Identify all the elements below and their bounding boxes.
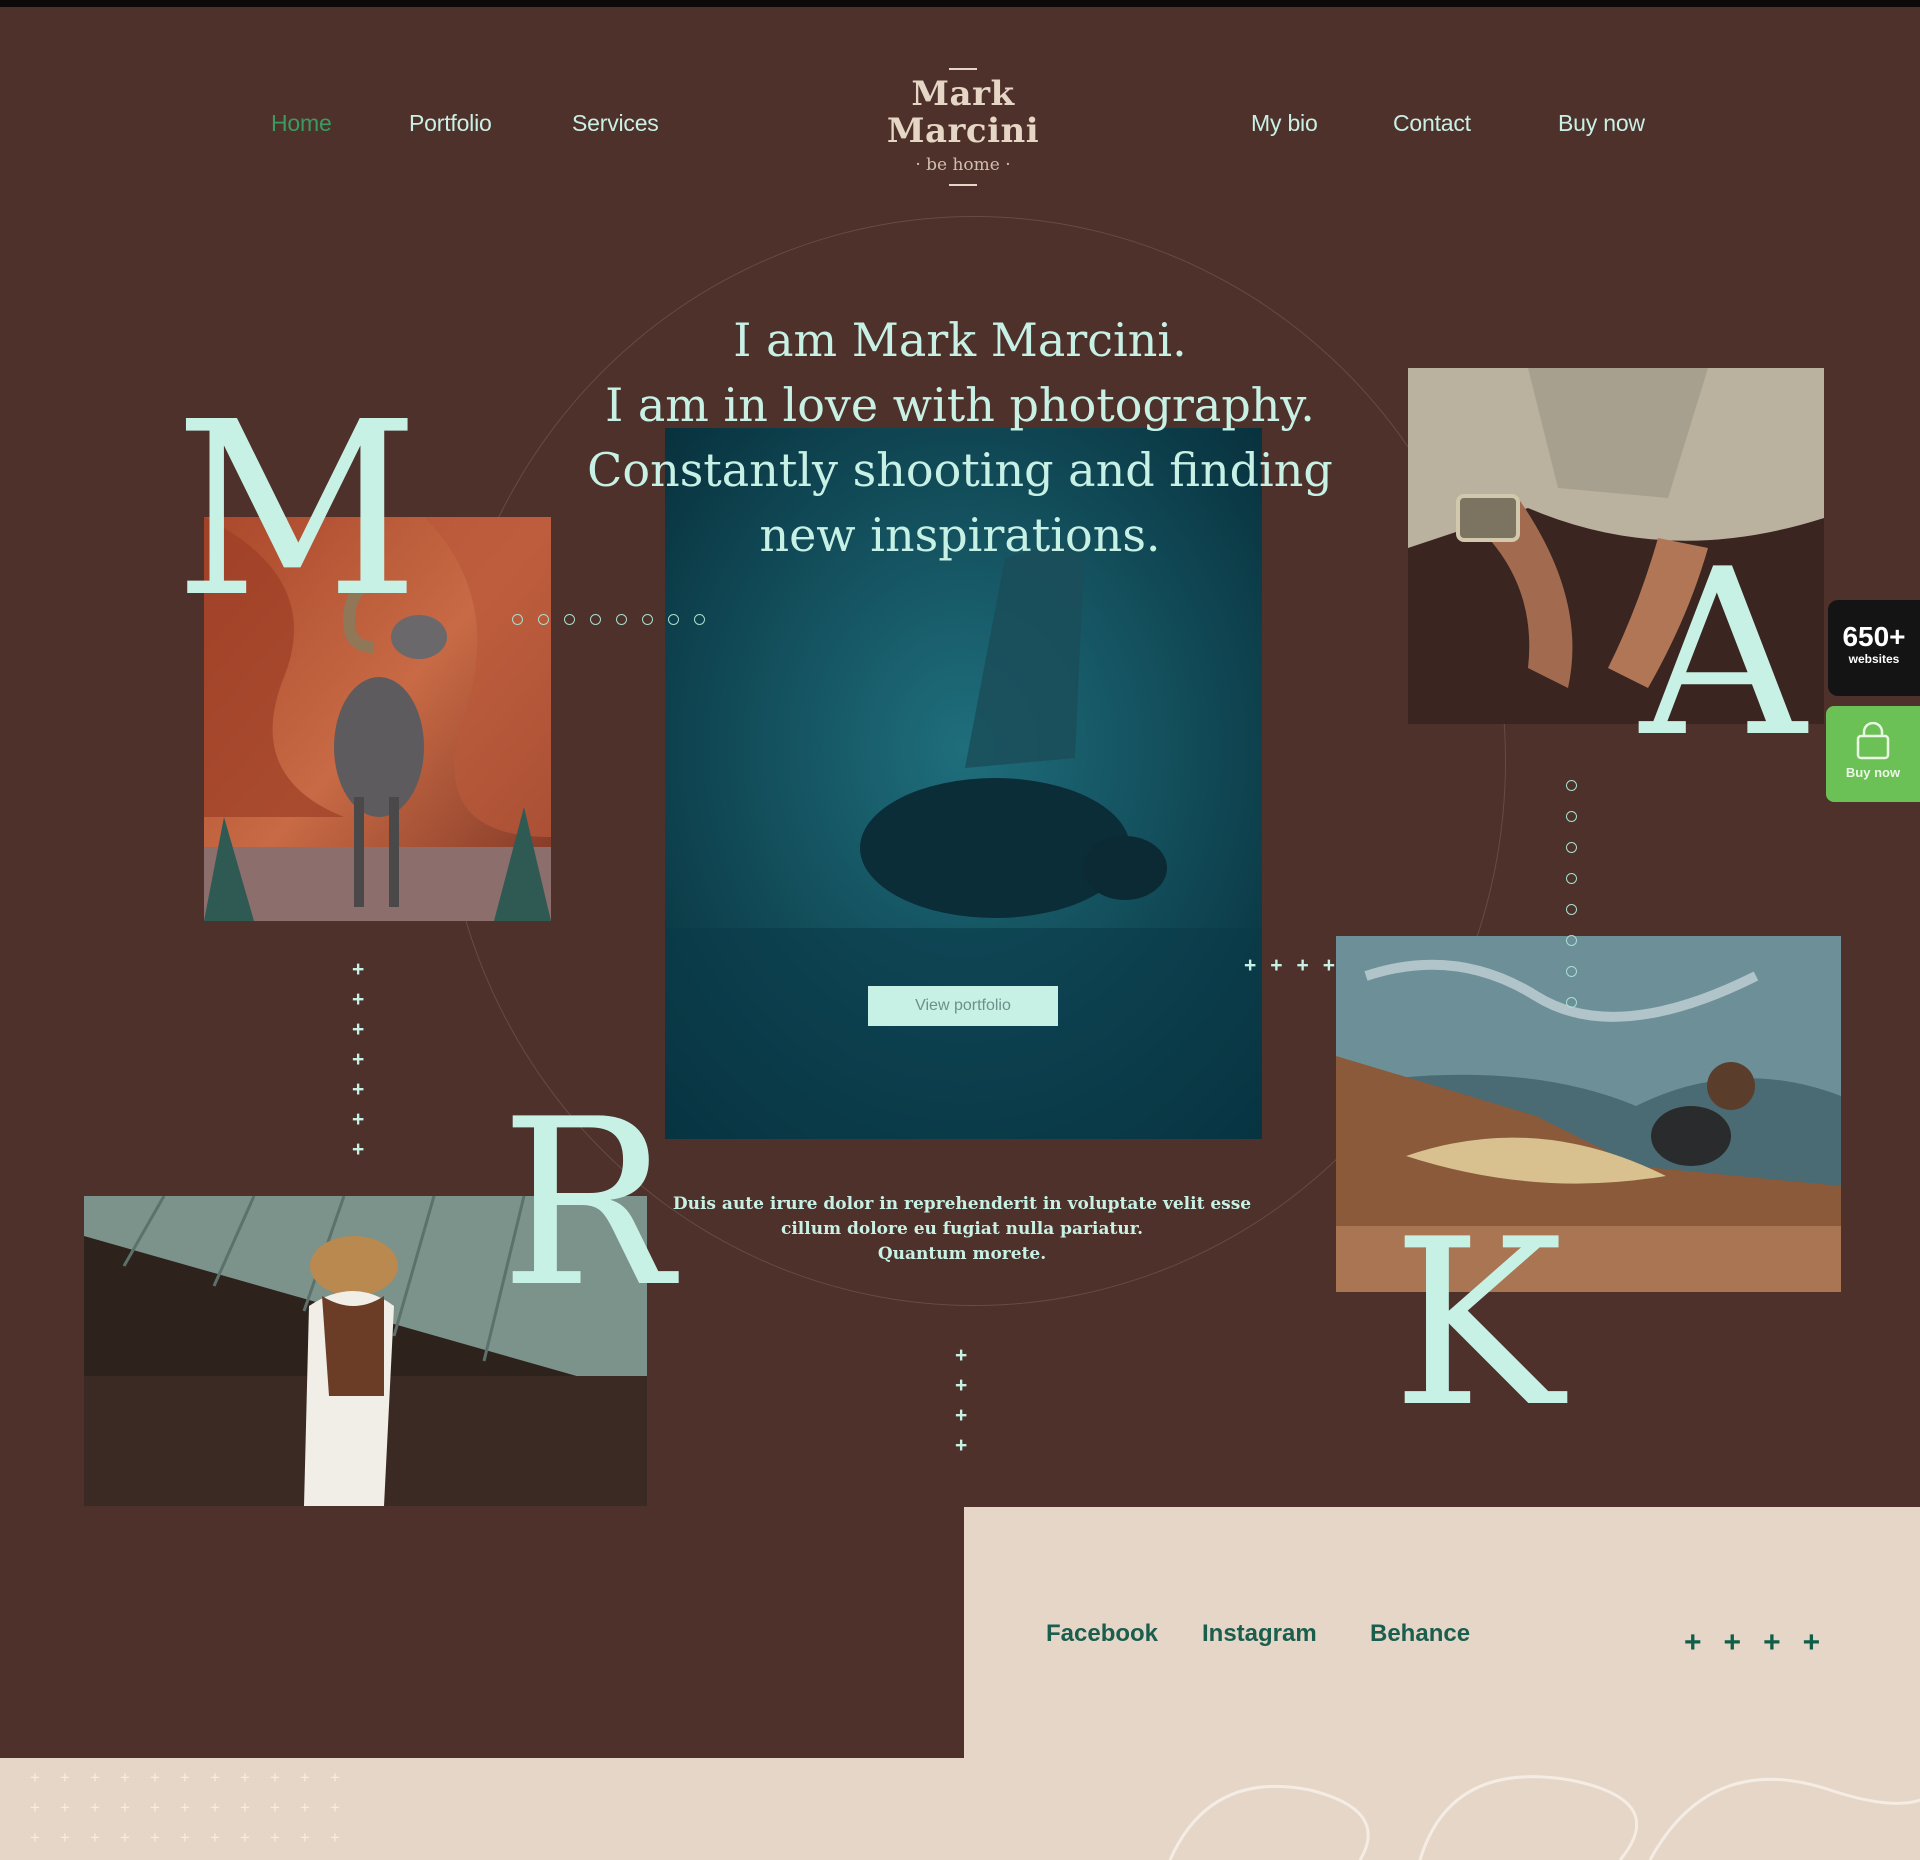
decorative-dots-vertical (1566, 780, 1577, 1008)
nav-portfolio[interactable]: Portfolio (409, 110, 492, 137)
decorative-plus-column-left: + + + + + + + (352, 958, 365, 1161)
social-behance-link[interactable]: Behance (1370, 1620, 1470, 1648)
nav-home[interactable]: Home (271, 110, 332, 137)
social-facebook-link[interactable]: Facebook (1046, 1620, 1158, 1648)
decorative-swirl (1168, 1775, 1920, 1860)
site-logo[interactable]: Mark Marcini · be home · (880, 68, 1046, 186)
decorative-plus-row: + + + + (1244, 954, 1336, 977)
nav-services[interactable]: Services (572, 110, 659, 137)
hero-headline: I am Mark Marcini. I am in love with pho… (560, 308, 1360, 568)
buy-now-widget-label: Buy now (1845, 765, 1901, 780)
websites-count: 650+ (1842, 621, 1906, 652)
websites-count-badge[interactable]: 650+ websites (1828, 600, 1920, 696)
nav-my-bio[interactable]: My bio (1251, 110, 1318, 137)
nav-buy-now[interactable]: Buy now (1558, 110, 1645, 137)
buy-now-widget[interactable]: Buy now (1826, 706, 1920, 802)
letter-r: R (500, 1071, 674, 1338)
logo-line-1: Mark (911, 74, 1015, 114)
decorative-plus-column-center: + + + + (955, 1344, 968, 1457)
hero-paragraph: Duis aute irure dolor in reprehenderit i… (660, 1192, 1264, 1267)
logo-line-2: Marcini (886, 111, 1040, 151)
websites-label: websites (1848, 652, 1900, 666)
paragraph-line-2: cillum dolore eu fugiat nulla pariatur. (780, 1219, 1144, 1239)
shopping-bag-icon (1856, 721, 1890, 760)
headline-line-4: new inspirations. (759, 508, 1161, 562)
nav-contact[interactable]: Contact (1393, 110, 1471, 137)
letter-a: A (1640, 521, 1807, 788)
letter-m: M (174, 370, 420, 650)
headline-line-3: Constantly shooting and finding (587, 443, 1333, 497)
decorative-plus-row-social: + + + + (1684, 1626, 1821, 1659)
view-portfolio-button[interactable]: View portfolio (868, 986, 1058, 1026)
headline-line-1: I am Mark Marcini. (733, 313, 1187, 367)
social-instagram-link[interactable]: Instagram (1202, 1620, 1317, 1648)
decorative-dots-horizontal (512, 614, 705, 625)
paragraph-line-3: Quantum morete. (877, 1244, 1047, 1264)
logo-tagline: · be home · (915, 155, 1011, 175)
headline-line-2: I am in love with photography. (605, 378, 1315, 432)
decorative-plus-grid: + + + + + + + + + + + + + + + + + + + + + + + + + + + + + + + + + (30, 1768, 340, 1847)
paragraph-line-1: Duis aute irure dolor in reprehenderit i… (672, 1194, 1252, 1214)
letter-k: K (1392, 1191, 1564, 1458)
top-border (0, 0, 1920, 7)
